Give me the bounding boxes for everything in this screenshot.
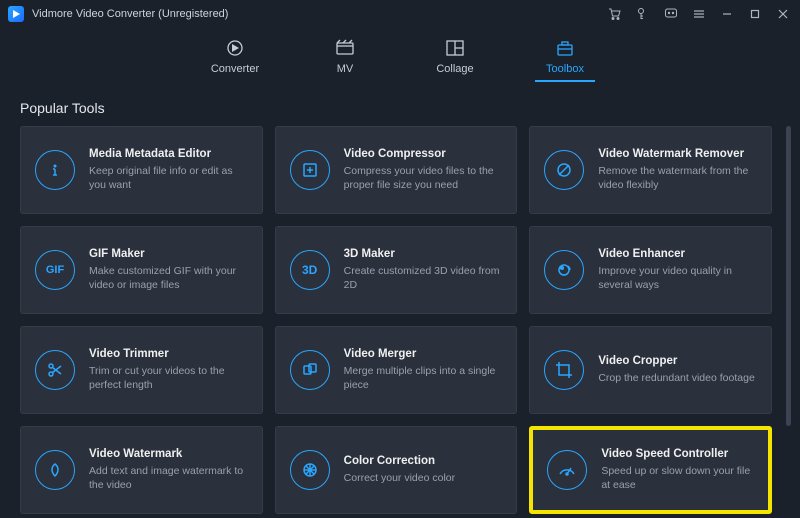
tab-label: MV xyxy=(337,63,354,75)
toolbox-icon xyxy=(555,37,575,59)
tool-video-cropper[interactable]: Video Cropper Crop the redundant video f… xyxy=(529,326,772,414)
tool-desc: Make customized GIF with your video or i… xyxy=(89,264,248,292)
tool-title: Video Compressor xyxy=(344,148,503,160)
tool-3d-maker[interactable]: 3D 3D Maker Create customized 3D video f… xyxy=(275,226,518,314)
scissors-icon xyxy=(35,350,75,390)
scrollbar[interactable] xyxy=(786,126,791,506)
feedback-icon[interactable] xyxy=(664,7,678,21)
minimize-icon[interactable] xyxy=(720,7,734,21)
collage-icon xyxy=(445,37,465,59)
titlebar: Vidmore Video Converter (Unregistered) xyxy=(0,0,800,28)
merger-icon xyxy=(290,350,330,390)
tool-title: Video Speed Controller xyxy=(601,448,754,460)
main-tabs: Converter MV Collage Toolbox xyxy=(0,28,800,82)
tool-desc: Crop the redundant video footage xyxy=(598,371,757,385)
3d-icon: 3D xyxy=(290,250,330,290)
watermark-remove-icon xyxy=(544,150,584,190)
mv-icon xyxy=(334,37,356,59)
tool-desc: Correct your video color xyxy=(344,471,503,485)
watermark-icon xyxy=(35,450,75,490)
scrollbar-thumb[interactable] xyxy=(786,126,791,426)
enhancer-icon xyxy=(544,250,584,290)
tool-gif-maker[interactable]: GIF GIF Maker Make customized GIF with y… xyxy=(20,226,263,314)
tab-toolbox[interactable]: Toolbox xyxy=(535,37,595,81)
tab-mv[interactable]: MV xyxy=(315,37,375,81)
tool-media-metadata-editor[interactable]: Media Metadata Editor Keep original file… xyxy=(20,126,263,214)
tab-label: Collage xyxy=(436,63,473,75)
tool-video-watermark[interactable]: Video Watermark Add text and image water… xyxy=(20,426,263,514)
tool-video-enhancer[interactable]: Video Enhancer Improve your video qualit… xyxy=(529,226,772,314)
tool-desc: Speed up or slow down your file at ease xyxy=(601,464,754,492)
converter-icon xyxy=(225,37,245,59)
tool-video-speed-controller[interactable]: Video Speed Controller Speed up or slow … xyxy=(529,426,772,514)
key-icon[interactable] xyxy=(636,7,650,21)
tool-title: Video Trimmer xyxy=(89,348,248,360)
tool-desc: Create customized 3D video from 2D xyxy=(344,264,503,292)
tool-video-watermark-remover[interactable]: Video Watermark Remover Remove the water… xyxy=(529,126,772,214)
tool-title: GIF Maker xyxy=(89,248,248,260)
color-icon xyxy=(290,450,330,490)
tool-title: Video Watermark xyxy=(89,448,248,460)
tool-title: Video Enhancer xyxy=(598,248,757,260)
tool-title: Video Merger xyxy=(344,348,503,360)
app-logo xyxy=(8,6,24,22)
tool-video-trimmer[interactable]: Video Trimmer Trim or cut your videos to… xyxy=(20,326,263,414)
tool-desc: Trim or cut your videos to the perfect l… xyxy=(89,364,248,392)
tab-label: Toolbox xyxy=(546,63,584,75)
menu-icon[interactable] xyxy=(692,7,706,21)
tool-desc: Merge multiple clips into a single piece xyxy=(344,364,503,392)
tool-title: Media Metadata Editor xyxy=(89,148,248,160)
tool-color-correction[interactable]: Color Correction Correct your video colo… xyxy=(275,426,518,514)
tool-desc: Add text and image watermark to the vide… xyxy=(89,464,248,492)
tool-video-merger[interactable]: Video Merger Merge multiple clips into a… xyxy=(275,326,518,414)
compress-icon xyxy=(290,150,330,190)
tool-desc: Keep original file info or edit as you w… xyxy=(89,164,248,192)
gif-icon: GIF xyxy=(35,250,75,290)
cart-icon[interactable] xyxy=(608,7,622,21)
info-icon xyxy=(35,150,75,190)
titlebar-controls xyxy=(608,7,790,21)
maximize-icon[interactable] xyxy=(748,7,762,21)
tab-collage[interactable]: Collage xyxy=(425,37,485,81)
tool-desc: Compress your video files to the proper … xyxy=(344,164,503,192)
section-title: Popular Tools xyxy=(0,82,800,126)
tab-label: Converter xyxy=(211,63,259,75)
tool-title: Video Watermark Remover xyxy=(598,148,757,160)
tool-title: Video Cropper xyxy=(598,355,757,367)
window-title: Vidmore Video Converter (Unregistered) xyxy=(32,8,228,20)
tool-title: Color Correction xyxy=(344,455,503,467)
tool-desc: Improve your video quality in several wa… xyxy=(598,264,757,292)
speed-icon xyxy=(547,450,587,490)
close-icon[interactable] xyxy=(776,7,790,21)
tools-grid-wrap: Media Metadata Editor Keep original file… xyxy=(0,126,800,518)
crop-icon xyxy=(544,350,584,390)
tools-grid: Media Metadata Editor Keep original file… xyxy=(20,126,780,514)
tool-video-compressor[interactable]: Video Compressor Compress your video fil… xyxy=(275,126,518,214)
tool-desc: Remove the watermark from the video flex… xyxy=(598,164,757,192)
tab-converter[interactable]: Converter xyxy=(205,37,265,81)
tool-title: 3D Maker xyxy=(344,248,503,260)
